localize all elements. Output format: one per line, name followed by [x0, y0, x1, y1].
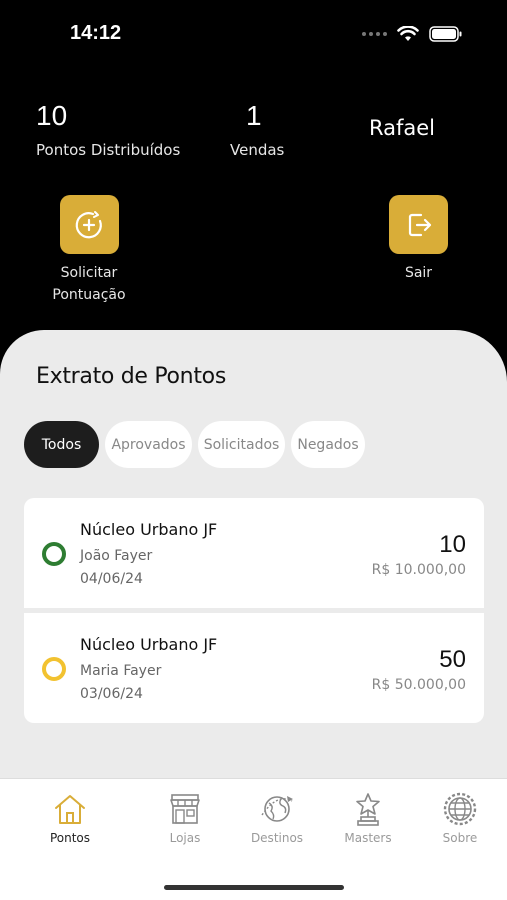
entry-person: João Fayer	[80, 548, 153, 564]
logout-button[interactable]	[389, 195, 448, 254]
signal-icon	[362, 32, 387, 36]
entry-date: 03/06/24	[80, 686, 143, 702]
entry-title: Núcleo Urbano JF	[80, 635, 218, 654]
entry-value: R$ 50.000,00	[371, 677, 466, 693]
status-time: 14:12	[70, 22, 122, 44]
statement-entry[interactable]: Núcleo Urbano JF João Fayer 04/06/24 10 …	[24, 498, 484, 608]
status-indicator	[42, 542, 66, 566]
tab-lojas[interactable]: Lojas	[150, 791, 220, 845]
request-points-action[interactable]: Solicitar Pontuação	[49, 195, 129, 306]
globe-gear-icon	[443, 792, 477, 826]
entry-title: Núcleo Urbano JF	[80, 520, 218, 539]
entry-date: 04/06/24	[80, 571, 143, 587]
filter-todos[interactable]: Todos	[24, 421, 99, 468]
filter-chips: Todos Aprovados Solicitados Negados	[24, 421, 365, 468]
statement-entry[interactable]: Núcleo Urbano JF Maria Fayer 03/06/24 50…	[24, 613, 484, 723]
store-icon	[170, 794, 200, 824]
logout-action[interactable]: Sair	[380, 195, 457, 284]
filter-solicitados[interactable]: Solicitados	[198, 421, 285, 468]
tab-label: Destinos	[250, 831, 304, 845]
sales-label: Vendas	[230, 141, 285, 159]
home-indicator[interactable]	[164, 885, 344, 890]
sales-value: 1	[246, 100, 262, 131]
home-indicator-area	[0, 860, 507, 900]
tab-sobre[interactable]: Sobre	[425, 791, 495, 845]
tab-bar: Pontos Lojas Destinos Masters Sobre	[0, 778, 507, 860]
logout-label: Sair	[404, 265, 433, 281]
status-bar: 14:12	[0, 0, 507, 70]
status-indicator	[42, 657, 66, 681]
entry-person: Maria Fayer	[80, 663, 162, 679]
user-name: Rafael	[369, 116, 436, 140]
tab-label: Sobre	[442, 831, 478, 845]
entry-points: 10	[439, 531, 466, 558]
tab-destinos[interactable]: Destinos	[242, 791, 312, 845]
logout-icon	[408, 213, 431, 236]
tab-pontos[interactable]: Pontos	[35, 791, 105, 845]
statement-title: Extrato de Pontos	[36, 364, 226, 389]
trophy-star-icon	[356, 793, 380, 826]
filter-aprovados[interactable]: Aprovados	[105, 421, 192, 468]
tab-masters[interactable]: Masters	[333, 791, 403, 845]
globe-plane-icon	[261, 796, 293, 822]
request-points-button[interactable]	[59, 195, 119, 254]
wifi-icon	[397, 26, 419, 41]
filter-negados[interactable]: Negados	[291, 421, 365, 468]
tab-label: Lojas	[169, 831, 201, 845]
entry-points: 50	[439, 646, 466, 673]
status-icons	[362, 26, 463, 42]
plus-circle-icon	[75, 210, 102, 238]
tab-label: Pontos	[49, 831, 91, 845]
entry-value: R$ 10.000,00	[371, 562, 466, 578]
points-distributed-label: Pontos Distribuídos	[36, 141, 181, 159]
tab-label: Masters	[344, 831, 392, 845]
battery-icon	[429, 26, 462, 42]
request-points-label: Solicitar Pontuação	[52, 265, 126, 303]
points-distributed-value: 10	[36, 100, 68, 131]
home-icon	[55, 795, 85, 824]
statement-sheet: Extrato de Pontos Todos Aprovados Solici…	[0, 330, 507, 778]
